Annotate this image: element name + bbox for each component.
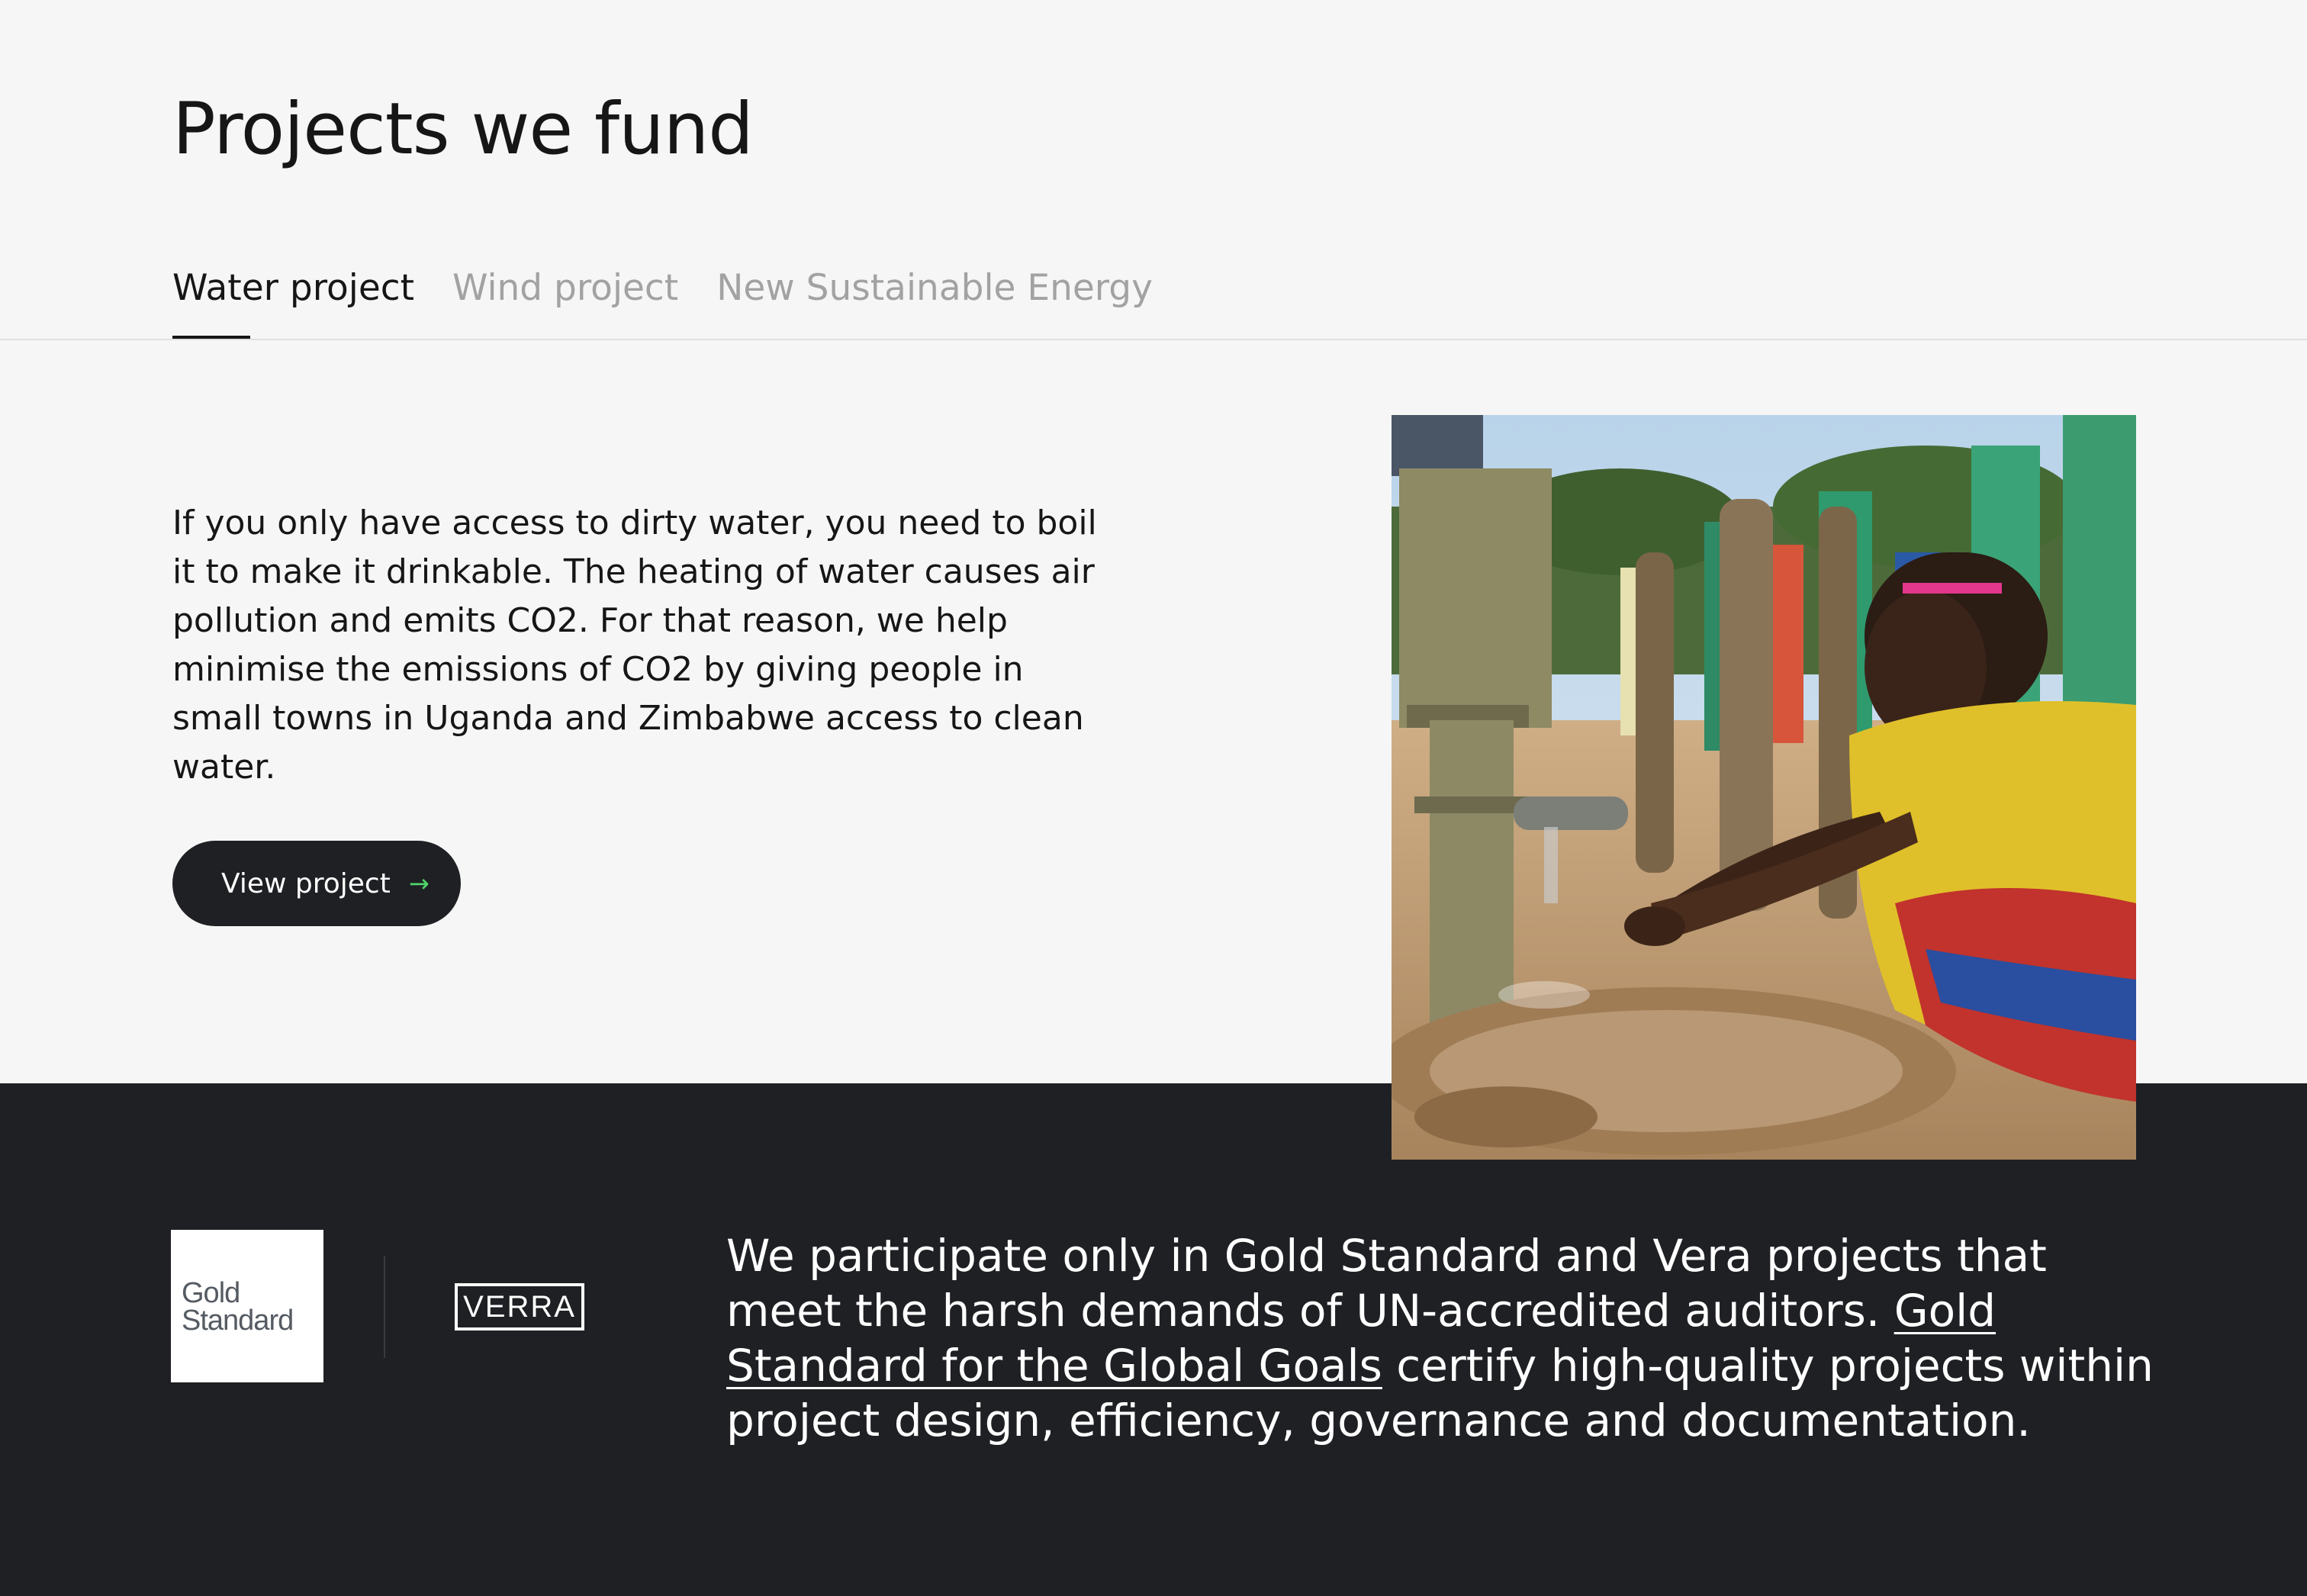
tab-wind-project[interactable]: Wind project <box>452 269 678 308</box>
view-project-label: View project <box>221 867 391 899</box>
logo-divider <box>384 1256 385 1358</box>
tab-new-sustainable-energy[interactable]: New Sustainable Energy <box>716 269 1153 308</box>
project-tabs: Water project Wind project New Sustainab… <box>172 269 1191 342</box>
page-title: Projects we fund <box>172 88 754 171</box>
arrow-right-icon: → <box>408 869 430 898</box>
project-description: If you only have access to dirty water, … <box>172 504 1097 787</box>
project-photo <box>1392 415 2136 1160</box>
gold-standard-logo-line1: Gold <box>182 1277 240 1309</box>
certification-text: We participate only in Gold Standard and… <box>726 1228 2161 1448</box>
tabs-divider <box>0 339 2307 340</box>
gold-standard-logo-line2: Standard <box>182 1305 294 1337</box>
certification-text-intro: We participate only in Gold Standard and… <box>726 1230 2047 1337</box>
gold-standard-logo: Gold Standard <box>171 1230 323 1382</box>
verra-logo: VERRA <box>455 1283 584 1331</box>
tab-water-project[interactable]: Water project <box>172 269 414 339</box>
view-project-button[interactable]: View project → <box>172 841 461 926</box>
